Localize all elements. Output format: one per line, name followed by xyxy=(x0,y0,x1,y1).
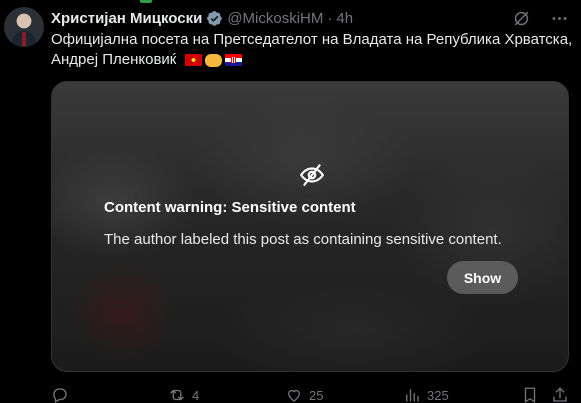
repost-icon xyxy=(170,389,184,401)
handshake-icon xyxy=(204,53,222,67)
heart-icon xyxy=(288,389,300,402)
like-count: 25 xyxy=(309,387,324,403)
author-name[interactable]: Христијан Мицкоски xyxy=(51,10,202,27)
separator: · xyxy=(327,9,333,27)
repost-count: 4 xyxy=(192,387,200,403)
flag-north-macedonia-icon xyxy=(184,53,202,66)
reply-button[interactable] xyxy=(51,386,75,403)
tweet-text: Официјална посета на Претседателот на Вл… xyxy=(51,30,576,70)
sensitive-media[interactable]: Content warning: Sensitive content The a… xyxy=(51,81,569,372)
reply-icon xyxy=(53,388,67,403)
tweet-header: Христијан Мицкоски @MickoskiHM · 4h xyxy=(51,8,353,28)
author-handle[interactable]: @MickoskiHM xyxy=(227,10,323,27)
show-button[interactable]: Show xyxy=(447,261,518,294)
action-bar: 4 25 325 xyxy=(51,386,571,403)
avatar[interactable] xyxy=(4,7,44,47)
eye-slash-icon xyxy=(299,162,325,188)
views-count: 325 xyxy=(427,387,449,403)
emoji-row xyxy=(184,53,242,67)
share-icon xyxy=(553,387,567,402)
repost-button[interactable]: 4 xyxy=(168,386,199,403)
grok-icon[interactable] xyxy=(511,8,531,28)
share-button[interactable] xyxy=(551,386,569,403)
bookmark-button[interactable] xyxy=(521,386,539,403)
tweet-body: Официјална посета на Претседателот на Вл… xyxy=(51,31,573,68)
timestamp[interactable]: 4h xyxy=(336,10,353,27)
header-actions xyxy=(511,8,569,28)
content-warning-title: Content warning: Sensitive content xyxy=(104,199,356,216)
views-button[interactable]: 325 xyxy=(403,386,449,403)
content-warning-description: The author labeled this post as containi… xyxy=(104,231,502,248)
bookmark-icon xyxy=(524,387,536,403)
more-options-icon[interactable] xyxy=(549,8,569,28)
tweet[interactable]: Христијан Мицкоски @MickoskiHM · 4h Офиц… xyxy=(0,0,581,403)
flag-croatia-icon xyxy=(224,53,242,66)
verified-badge-icon xyxy=(206,10,223,27)
views-icon xyxy=(406,389,419,402)
like-button[interactable]: 25 xyxy=(285,386,323,403)
